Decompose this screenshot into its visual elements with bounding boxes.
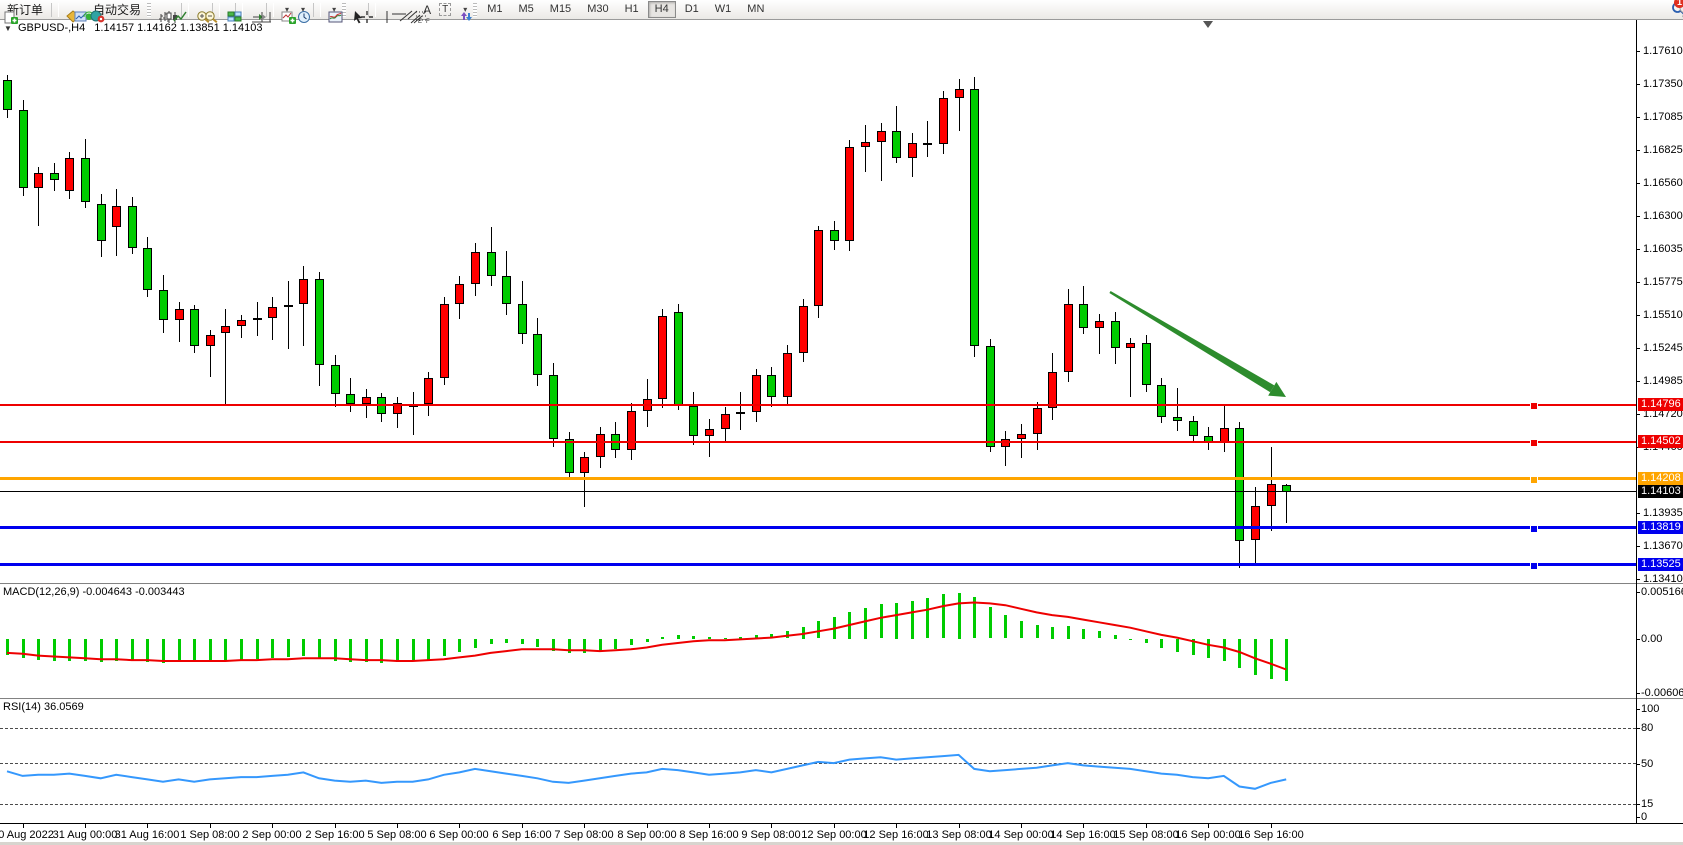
separator <box>313 3 321 17</box>
toolbar-grip <box>473 3 477 17</box>
tile-windows-button[interactable] <box>223 1 231 18</box>
mt4-window: 新订单 自动交易 <box>0 0 1683 845</box>
arrows-tool-button[interactable]: ▾ <box>455 1 471 18</box>
timeframe-m15[interactable]: M15 <box>543 1 578 18</box>
trend-arrow-object[interactable] <box>1109 291 1274 392</box>
toolbar: 新订单 自动交易 <box>0 0 1683 20</box>
vertical-line-tool-button[interactable] <box>379 1 387 18</box>
new-order-button[interactable]: 新订单 <box>0 1 47 18</box>
new-chart-button[interactable] <box>62 1 70 18</box>
timeframe-group: M1M5M15M30H1H4D1W1MN <box>479 1 772 18</box>
label-tool-button[interactable]: T <box>435 1 455 18</box>
toolbar-grip <box>147 3 151 17</box>
timeframe-m5[interactable]: M5 <box>512 1 541 18</box>
timeframe-mn[interactable]: MN <box>740 1 771 18</box>
svg-text:F: F <box>426 19 430 25</box>
label-tool-icon: T <box>439 3 451 16</box>
bar-chart-button[interactable] <box>153 1 161 18</box>
separator <box>51 3 59 17</box>
auto-trading-button[interactable]: 自动交易 <box>86 1 145 18</box>
timeframe-h4[interactable]: H4 <box>648 1 676 18</box>
chart-area[interactable]: ▼ GBPUSD-,H4 1.14157 1.14162 1.13851 1.1… <box>0 19 1683 845</box>
auto-scroll-button[interactable] <box>246 1 254 18</box>
zoom-in-button[interactable] <box>192 1 200 18</box>
timeframe-m1[interactable]: M1 <box>480 1 509 18</box>
templates-button[interactable]: ▾ <box>324 1 340 18</box>
timeframe-h1[interactable]: H1 <box>618 1 646 18</box>
timeframe-m30[interactable]: M30 <box>580 1 615 18</box>
indicators-button[interactable]: ▾ <box>277 1 293 18</box>
cursor-tool-button[interactable] <box>348 1 356 18</box>
timeframe-w1[interactable]: W1 <box>708 1 739 18</box>
chart-shift-marker[interactable] <box>1203 21 1213 28</box>
notification-badge: 1 <box>1674 0 1683 8</box>
timeframe-d1[interactable]: D1 <box>678 1 706 18</box>
